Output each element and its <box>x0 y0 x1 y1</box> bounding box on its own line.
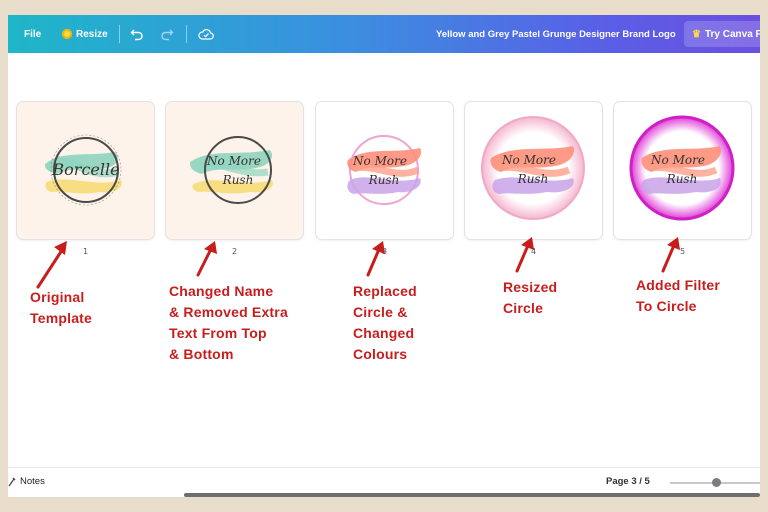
svg-text:No More: No More <box>501 153 556 167</box>
page-thumbnail-2[interactable]: No More Rush <box>166 102 303 239</box>
logo-image: No More Rush <box>347 135 422 205</box>
caption-line: Original <box>30 289 85 305</box>
svg-text:No More: No More <box>206 154 261 168</box>
crown-icon: ♛ <box>692 28 701 40</box>
caption-line: Added Filter <box>636 277 721 293</box>
caption-line: Circle & <box>353 304 408 320</box>
resize-label: Resize <box>76 28 108 40</box>
editor-window: File Resize Yellow and Grey Pastel Grung… <box>8 15 760 497</box>
page-thumbnail-1[interactable]: Borcelle <box>17 102 154 239</box>
file-menu-button[interactable]: File <box>24 15 41 53</box>
page-number: 2 <box>231 247 238 256</box>
annotation-arrow-icon <box>36 241 67 289</box>
caption-line: Changed <box>353 325 415 341</box>
svg-text:No More: No More <box>352 154 407 168</box>
annotation-arrow-icon <box>661 237 680 273</box>
svg-text:Rush: Rush <box>222 173 254 187</box>
logo-text: Borcelle <box>51 160 119 179</box>
secondary-toolbar <box>8 53 760 88</box>
caption-line: & Removed Extra <box>169 304 288 320</box>
caption-line: Changed Name <box>169 283 274 299</box>
page-grid: Borcelle 1 No More Rush 2 No More Rush N… <box>8 87 760 467</box>
document-title[interactable]: Yellow and Grey Pastel Grunge Designer B… <box>436 15 676 53</box>
try-canva-pro-button[interactable]: ♛ Try Canva Pr <box>684 21 760 47</box>
annotation-caption-1: Original Template <box>30 287 92 329</box>
annotation-caption-3: Replaced Circle & Changed Colours <box>353 281 417 365</box>
zoom-slider-handle[interactable] <box>712 478 721 487</box>
caption-line: & Bottom <box>169 346 234 362</box>
page-thumbnail-5[interactable]: No More Rush <box>614 102 751 239</box>
page-indicator[interactable]: Page 3 / 5 <box>606 476 650 487</box>
toolbar-divider <box>186 25 187 43</box>
annotation-caption-2: Changed Name & Removed Extra Text From T… <box>169 281 288 365</box>
caption-line: Colours <box>353 346 408 362</box>
svg-text:Rush: Rush <box>517 172 549 186</box>
caption-line: To Circle <box>636 298 697 314</box>
redo-icon[interactable] <box>160 15 174 53</box>
annotation-caption-4: Resized Circle <box>503 277 557 319</box>
notes-button[interactable]: Notes <box>8 476 45 487</box>
notes-icon <box>8 477 16 486</box>
caption-line: Resized <box>503 279 558 295</box>
annotation-arrow-icon <box>515 237 534 273</box>
premium-badge-icon <box>62 29 72 39</box>
annotation-arrow-icon <box>366 241 385 277</box>
logo-image: No More Rush <box>189 136 273 204</box>
svg-text:No More: No More <box>650 153 705 167</box>
page-thumbnail-3[interactable]: No More Rush <box>316 102 453 239</box>
page-thumbnail-4[interactable]: No More Rush <box>465 102 602 239</box>
caption-line: Template <box>30 310 93 326</box>
undo-icon[interactable] <box>130 15 144 53</box>
try-canva-label: Try Canva Pr <box>704 28 760 40</box>
resize-button[interactable]: Resize <box>62 15 108 53</box>
horizontal-scrollbar[interactable] <box>184 493 760 497</box>
logo-image: Borcelle <box>44 134 122 206</box>
top-toolbar: File Resize Yellow and Grey Pastel Grung… <box>8 15 760 53</box>
svg-text:Rush: Rush <box>368 173 400 187</box>
notes-label: Notes <box>20 476 45 487</box>
logo-image: No More Rush <box>629 115 735 221</box>
toolbar-divider <box>119 25 120 43</box>
caption-line: Text From Top <box>169 325 267 341</box>
annotation-caption-5: Added Filter To Circle <box>636 275 720 317</box>
svg-text:Rush: Rush <box>666 172 698 186</box>
caption-line: Replaced <box>353 283 417 299</box>
cloud-save-icon[interactable] <box>198 15 214 53</box>
caption-line: Circle <box>503 300 544 316</box>
logo-image: No More Rush <box>481 116 585 220</box>
annotation-arrow-icon <box>196 241 217 277</box>
